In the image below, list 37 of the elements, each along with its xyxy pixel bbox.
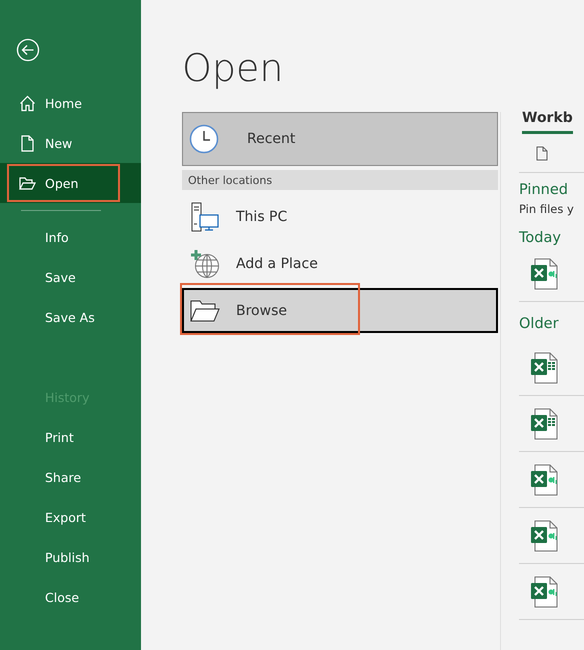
text-spreadsheet-file-icon [530,258,558,290]
back-button[interactable] [16,38,40,62]
folder-icon [19,176,36,190]
sidebar-item[interactable]: Save [0,257,141,297]
spreadsheet-file-icon [530,408,558,440]
home-icon [19,94,36,112]
document-icon [19,134,36,152]
document-icon [536,146,548,160]
location-item[interactable]: This PC [182,194,498,239]
sidebar-item[interactable]: Publish [0,537,141,577]
text-spreadsheet-file-icon [530,576,558,608]
note-text: Pin files y [519,202,575,216]
section-header: Other locations [182,170,498,190]
location-item[interactable]: Browse [182,288,498,333]
section-title: Pinned [519,182,569,198]
location-item[interactable]: Add a Place [182,241,498,286]
text-spreadsheet-file-icon [530,520,558,552]
globe-plus-icon [190,248,220,278]
sidebar-item[interactable]: Home [0,83,141,123]
sidebar-item[interactable]: Save As [0,297,141,337]
sidebar-item[interactable]: Close [0,577,141,617]
page-title: Open [182,45,284,92]
section-title: Older [519,316,560,332]
section-title: Today [519,230,562,246]
text-spreadsheet-file-icon [530,464,558,496]
sidebar-item[interactable]: New [0,123,141,163]
sidebar-item[interactable]: Info [0,217,141,257]
spreadsheet-file-icon [530,352,558,384]
computer-icon [190,202,220,232]
sidebar-item[interactable]: Open [0,163,141,203]
location-item[interactable]: Recent [182,112,498,166]
tab[interactable]: Workb [522,110,573,134]
clock-icon [189,124,219,154]
sidebar-item[interactable]: Print [0,417,141,457]
sidebar-item[interactable]: Share [0,457,141,497]
sidebar-item[interactable]: Export [0,497,141,537]
folder-icon [190,300,220,322]
